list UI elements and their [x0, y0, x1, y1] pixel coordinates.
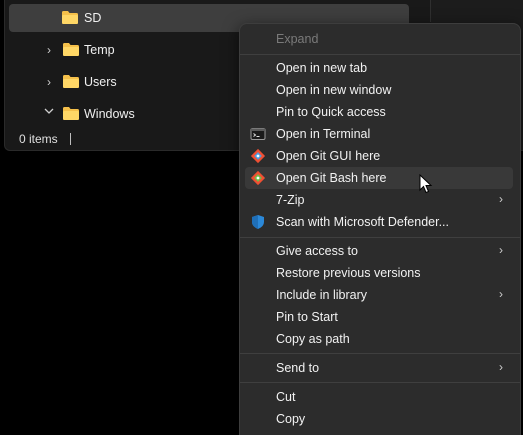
menu-item-label: Pin to Quick access: [276, 105, 386, 119]
menu-item-cut[interactable]: Cut: [245, 386, 513, 408]
menu-item-label: Include in library: [276, 288, 368, 302]
menu-item-label: Restore previous versions: [276, 266, 421, 280]
menu-item-label: Copy as path: [276, 332, 350, 346]
status-bar: 0 items: [19, 132, 71, 146]
folder-icon: [63, 75, 79, 88]
git-gui-icon: [250, 148, 266, 164]
menu-item-give-access[interactable]: Give access to ›: [245, 240, 513, 262]
tree-item-label: Windows: [84, 107, 135, 121]
menu-item-open-git-gui[interactable]: Open Git GUI here: [245, 145, 513, 167]
menu-item-send-to[interactable]: Send to ›: [245, 357, 513, 379]
submenu-chevron-icon: ›: [499, 192, 503, 206]
menu-item-pin-start[interactable]: Pin to Start: [245, 306, 513, 328]
menu-separator: [240, 54, 520, 55]
menu-item-open-terminal[interactable]: Open in Terminal: [245, 123, 513, 145]
menu-item-7zip[interactable]: 7-Zip ›: [245, 189, 513, 211]
menu-item-label: Open Git GUI here: [276, 149, 381, 163]
tree-item-label: Users: [84, 75, 117, 89]
tree-item-label: Temp: [84, 43, 115, 57]
menu-separator: [240, 382, 520, 383]
folder-icon: [63, 107, 79, 120]
menu-item-label: Cut: [276, 390, 296, 404]
menu-separator: [240, 237, 520, 238]
status-divider: [69, 133, 71, 145]
menu-item-label: Expand: [276, 32, 319, 46]
mouse-pointer-icon: [419, 173, 433, 194]
menu-item-open-new-tab[interactable]: Open in new tab: [245, 57, 513, 79]
menu-item-include-library[interactable]: Include in library ›: [245, 284, 513, 306]
submenu-chevron-icon: ›: [499, 360, 503, 374]
menu-item-copy[interactable]: Copy: [245, 408, 513, 430]
menu-item-restore-versions[interactable]: Restore previous versions: [245, 262, 513, 284]
tree-item-label: SD: [84, 11, 102, 25]
menu-item-label: 7-Zip: [276, 193, 305, 207]
menu-item-copy-as-path[interactable]: Copy as path: [245, 328, 513, 350]
menu-item-open-git-bash[interactable]: Open Git Bash here: [245, 167, 513, 189]
folder-icon: [62, 11, 78, 24]
context-menu: Expand Open in new tab Open in new windo…: [239, 23, 521, 435]
submenu-chevron-icon: ›: [499, 243, 503, 257]
menu-item-label: Copy: [276, 412, 306, 426]
submenu-chevron-icon: ›: [499, 287, 503, 301]
folder-icon: [63, 43, 79, 56]
menu-item-open-new-window[interactable]: Open in new window: [245, 79, 513, 101]
item-count: 0 items: [19, 132, 58, 146]
terminal-icon: [250, 126, 266, 142]
menu-item-label: Send to: [276, 361, 320, 375]
defender-shield-icon: [250, 214, 266, 230]
menu-item-label: Open in Terminal: [276, 127, 371, 141]
menu-item-label: Open Git Bash here: [276, 171, 387, 185]
menu-item-scan-defender[interactable]: Scan with Microsoft Defender...: [245, 211, 513, 233]
menu-item-expand: Expand: [245, 28, 513, 50]
menu-item-label: Give access to: [276, 244, 358, 258]
menu-separator: [240, 353, 520, 354]
chevron-right-icon[interactable]: ›: [41, 42, 57, 58]
menu-item-label: Open in new tab: [276, 61, 368, 75]
menu-item-label: Pin to Start: [276, 310, 338, 324]
menu-item-label: Open in new window: [276, 83, 392, 97]
chevron-down-icon[interactable]: [41, 103, 57, 119]
chevron-right-icon[interactable]: ›: [41, 74, 57, 90]
menu-item-label: Scan with Microsoft Defender...: [276, 215, 449, 229]
desktop: SD › Temp › Users Windows 0 items Expand…: [0, 0, 523, 435]
menu-item-pin-quick-access[interactable]: Pin to Quick access: [245, 101, 513, 123]
git-bash-icon: [250, 170, 266, 186]
